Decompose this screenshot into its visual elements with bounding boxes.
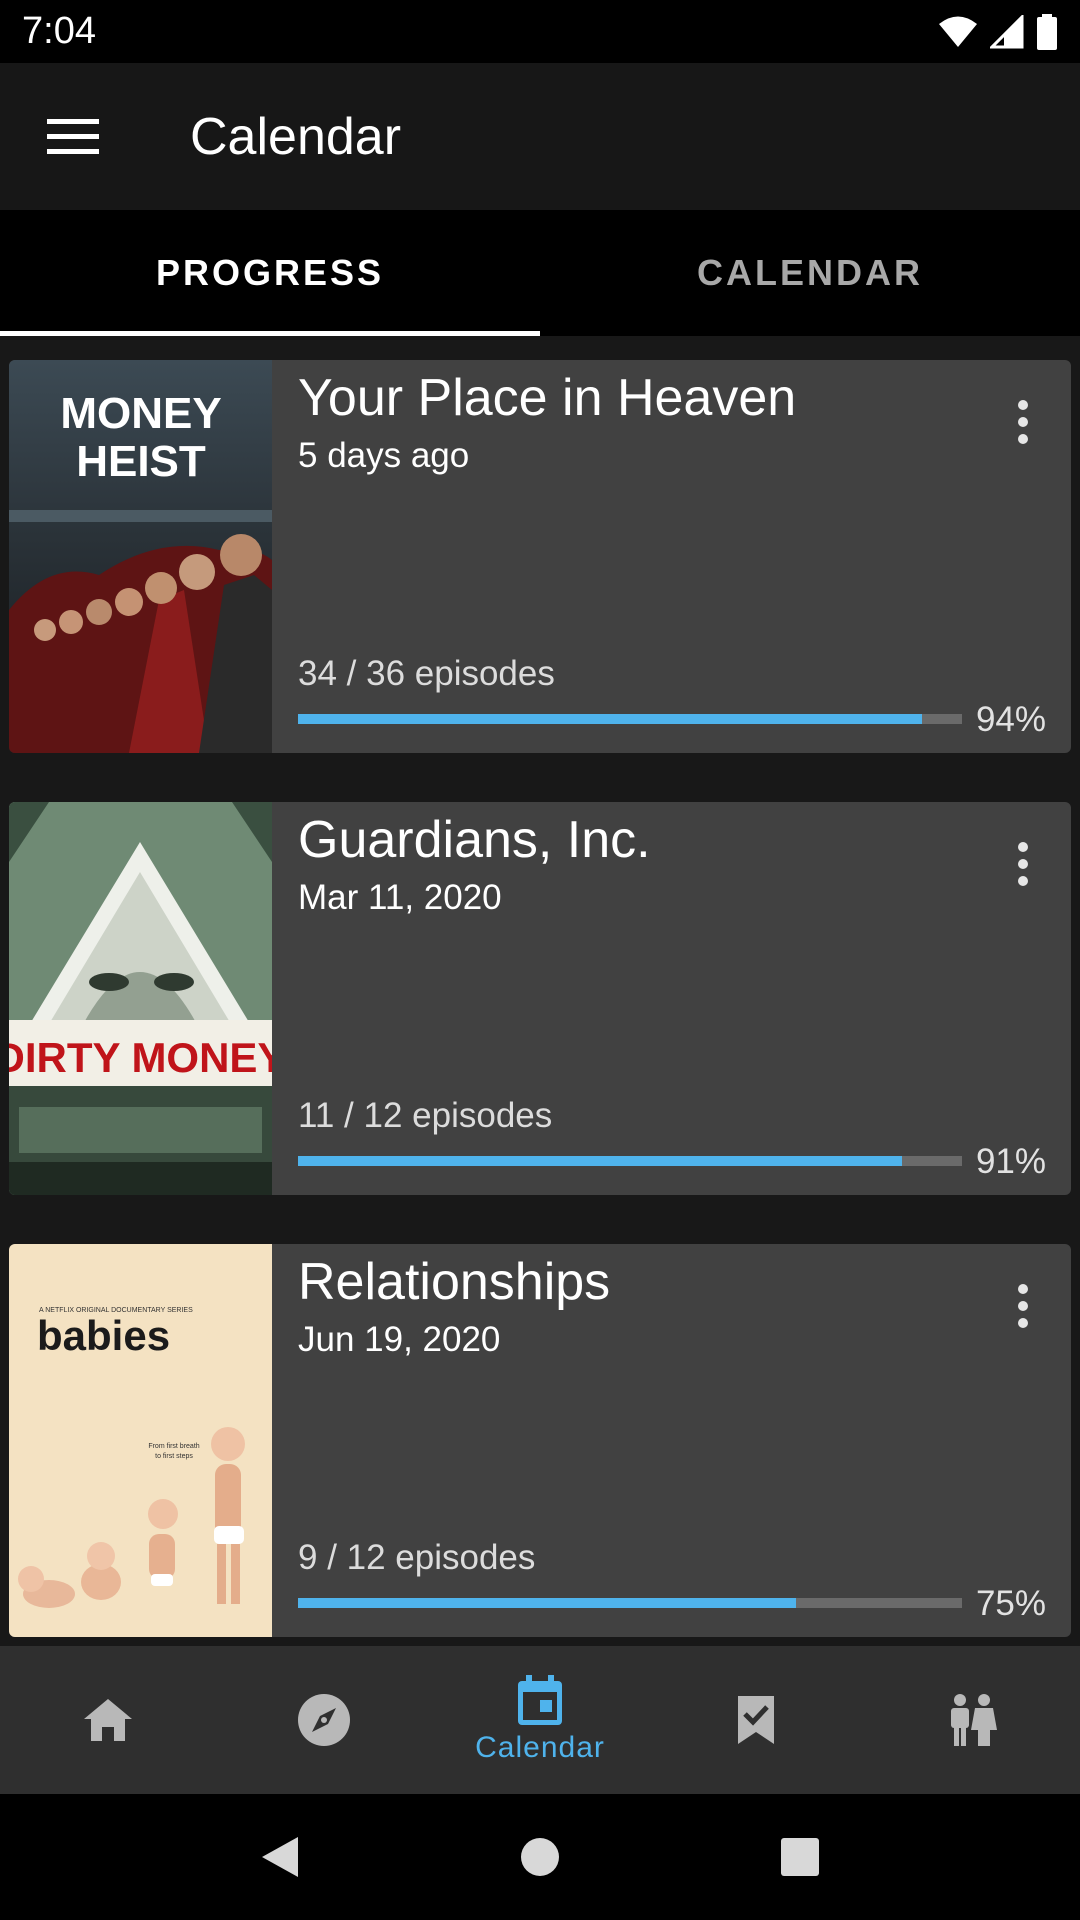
app-bar: Calendar — [0, 63, 1080, 210]
compass-icon — [298, 1694, 350, 1746]
episode-count: 34 / 36 episodes — [298, 654, 555, 693]
nav-home[interactable] — [0, 1646, 216, 1794]
more-options-button[interactable] — [1003, 392, 1043, 452]
episode-title: Your Place in Heaven — [298, 369, 797, 427]
show-poster-money-heist[interactable]: MONEY HEIST — [9, 360, 272, 753]
nav-people[interactable] — [864, 1646, 1080, 1794]
watchlist-icon — [738, 1696, 774, 1744]
tab-bar: PROGRESS CALENDAR — [0, 210, 1080, 336]
tab-progress[interactable]: PROGRESS — [0, 210, 540, 336]
progress-bar-fill — [298, 714, 923, 724]
status-icons — [938, 13, 1058, 50]
episode-date: 5 days ago — [298, 436, 470, 475]
progress-bar-fill — [298, 1598, 796, 1608]
progress-percent: 94% — [975, 700, 1046, 739]
show-poster-babies[interactable]: A NETFLIX ORIGINAL DOCUMENTARY SERIES ba… — [9, 1244, 272, 1637]
show-card[interactable]: DIRTY MONEY Guardians, Inc. Mar 11, 2020… — [9, 802, 1071, 1195]
home-circle-icon[interactable] — [520, 1837, 560, 1877]
nav-calendar-label: Calendar — [475, 1731, 605, 1764]
poster-tagline: to first steps — [155, 1453, 193, 1460]
progress-bar — [298, 714, 962, 724]
poster-title: babies — [37, 1312, 170, 1359]
progress-bar — [298, 1156, 962, 1166]
poster-title: MONEY — [60, 389, 221, 438]
show-list: MONEY HEIST Your Place in Heaven 5 days … — [0, 336, 1080, 1646]
signal-icon — [990, 14, 1024, 48]
nav-calendar[interactable]: Calendar — [432, 1646, 648, 1794]
poster-title: DIRTY MONEY — [9, 1034, 272, 1081]
battery-icon — [1037, 13, 1057, 50]
nav-watchlist[interactable] — [648, 1646, 864, 1794]
back-icon[interactable] — [260, 1835, 300, 1879]
progress-percent: 91% — [975, 1142, 1046, 1181]
show-card[interactable]: MONEY HEIST Your Place in Heaven 5 days … — [9, 360, 1071, 753]
tab-progress-label: PROGRESS — [155, 252, 385, 293]
bottom-navigation: Calendar — [0, 1646, 1080, 1794]
more-options-button[interactable] — [1003, 1276, 1043, 1336]
home-icon — [84, 1699, 132, 1741]
poster-tagline: From first breath — [148, 1443, 199, 1450]
episode-title: Relationships — [298, 1253, 611, 1311]
status-time: 7:04 — [22, 10, 96, 52]
progress-bar — [298, 1598, 962, 1608]
episode-count: 11 / 12 episodes — [298, 1096, 553, 1135]
page-title: Calendar — [190, 107, 402, 166]
tab-calendar-label: CALENDAR — [697, 252, 923, 293]
more-options-button[interactable] — [1003, 834, 1043, 894]
poster-title: HEIST — [76, 437, 206, 486]
show-poster-dirty-money[interactable]: DIRTY MONEY — [9, 802, 272, 1195]
episode-title: Guardians, Inc. — [298, 811, 651, 869]
wifi-icon — [939, 16, 977, 47]
recents-icon[interactable] — [780, 1837, 820, 1877]
more-vert-icon — [1018, 1284, 1028, 1328]
people-icon — [951, 1694, 997, 1746]
show-card[interactable]: A NETFLIX ORIGINAL DOCUMENTARY SERIES ba… — [9, 1244, 1071, 1637]
calendar-icon — [518, 1675, 562, 1725]
episode-date: Mar 11, 2020 — [298, 878, 502, 917]
episode-date: Jun 19, 2020 — [298, 1320, 501, 1359]
system-navigation-bar — [0, 1794, 1080, 1920]
tab-calendar[interactable]: CALENDAR — [540, 210, 1080, 336]
more-vert-icon — [1018, 842, 1028, 886]
hamburger-menu-icon — [47, 118, 99, 154]
episode-count: 9 / 12 episodes — [298, 1538, 536, 1577]
more-vert-icon — [1018, 400, 1028, 444]
menu-button[interactable] — [0, 63, 146, 210]
progress-percent: 75% — [975, 1584, 1046, 1623]
progress-bar-fill — [298, 1156, 903, 1166]
nav-discover[interactable] — [216, 1646, 432, 1794]
status-bar: 7:04 — [0, 0, 1080, 63]
